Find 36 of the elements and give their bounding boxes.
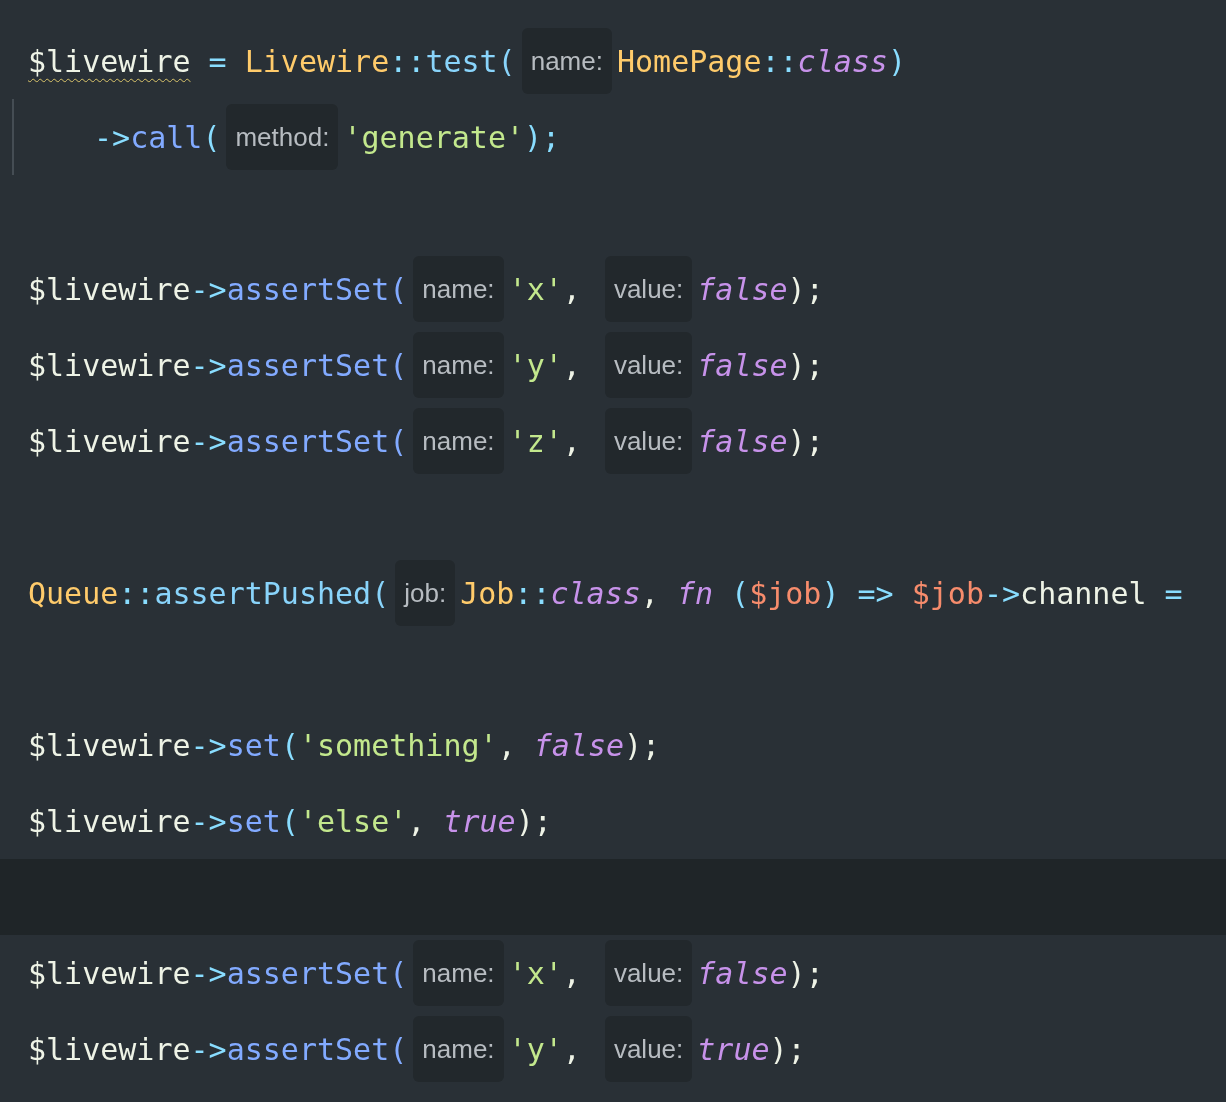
- code-text: $livewire->assertSet(: [28, 422, 408, 461]
- code-text: HomePage::class): [616, 42, 906, 81]
- code-text: true);: [697, 1030, 806, 1069]
- parameter-hint: method:: [226, 104, 339, 170]
- parameter-hint: value:: [604, 408, 693, 474]
- code-text: 'y',: [508, 346, 582, 385]
- code-text: 'x',: [508, 270, 582, 309]
- code-text: false);: [697, 954, 824, 993]
- parameter-hint: name:: [413, 940, 504, 1006]
- parameter-hint: name:: [413, 408, 504, 474]
- code-text: $livewire->assertSet(: [28, 1030, 408, 1069]
- parameter-hint: value:: [604, 1016, 693, 1082]
- code-text: Queue::assertPushed(: [28, 574, 390, 613]
- code-text: false);: [697, 270, 824, 309]
- parameter-hint: name:: [413, 256, 504, 322]
- code-text: $livewire->assertSet(: [28, 270, 408, 309]
- code-text: Job::class, fn ($job) => $job->channel =: [460, 574, 1183, 613]
- parameter-hint: value:: [604, 256, 693, 322]
- code-text: $livewire->set('something', false);: [28, 726, 661, 765]
- code-text: $livewire = Livewire::test(: [28, 42, 516, 81]
- code-text: 'z',: [508, 422, 582, 461]
- parameter-hint: name:: [521, 28, 612, 94]
- parameter-hint: value:: [604, 332, 693, 398]
- code-text: ->call(: [94, 118, 221, 157]
- parameter-hint: value:: [604, 940, 693, 1006]
- code-text: false);: [697, 422, 824, 461]
- code-text: $livewire->set('else', true);: [28, 802, 552, 841]
- code-text: $livewire->assertSet(: [28, 346, 408, 385]
- parameter-hint: name:: [413, 332, 504, 398]
- code-text: false);: [697, 346, 824, 385]
- parameter-hint: name:: [413, 1016, 504, 1082]
- code-text: 'x',: [508, 954, 582, 993]
- parameter-hint: job:: [395, 560, 456, 626]
- code-text: 'y',: [508, 1030, 582, 1069]
- code-text: $livewire->assertSet(: [28, 954, 408, 993]
- code-text: 'generate');: [343, 118, 561, 157]
